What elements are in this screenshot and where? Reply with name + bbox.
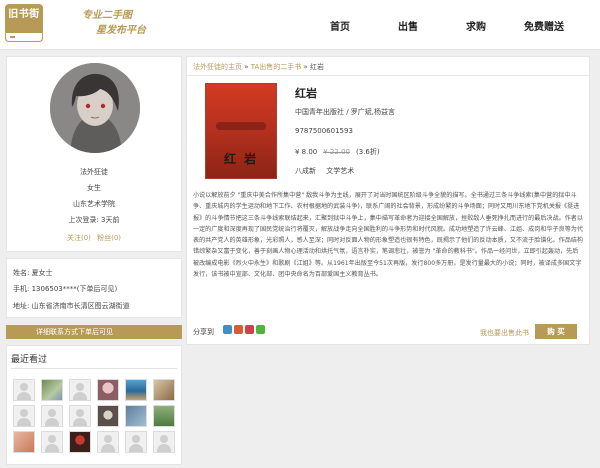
book-condition: 八成新 <box>295 167 316 175</box>
book-price: ¥ 8.00 <box>295 148 318 156</box>
profile-last-login: 上次登录: 3天前 <box>68 216 120 224</box>
contact-card: 姓名: 夏女士 手机: 1306503****(下单后可见) 地址: 山东省济南… <box>6 258 182 318</box>
divider <box>11 368 177 369</box>
slogan-line-1: 专业二手图 <box>82 10 132 21</box>
book-isbn: 9787500601593 <box>295 127 353 135</box>
recent-user-avatar[interactable] <box>153 405 175 427</box>
breadcrumb: 法外狂徒的主页 » TA出售的二手书 » 红岩 <box>193 62 324 72</box>
fans-link[interactable]: 粉丝(0) <box>97 234 121 242</box>
book-cover[interactable]: 红 岩 <box>205 83 277 179</box>
profile-stats: 关注(0) 粉丝(0) <box>7 233 181 243</box>
recently-viewed: 最近看过 <box>6 345 182 465</box>
nav-sell[interactable]: 出售 <box>398 18 418 33</box>
share-label: 分享到 <box>193 328 214 336</box>
recent-user-avatar[interactable] <box>69 431 91 453</box>
recently-viewed-title: 最近看过 <box>11 355 48 365</box>
contact-phone: 手机: 1306503****(下单后可见) <box>13 285 118 293</box>
recent-user-avatar[interactable] <box>125 379 147 401</box>
share-qzone-icon[interactable] <box>223 325 232 334</box>
avatar[interactable] <box>50 63 140 153</box>
breadcrumb-separator: » <box>242 63 251 71</box>
book-detail-panel: 法外狂徒的主页 » TA出售的二手书 » 红岩 红 岩 红岩 中国青年出版社 /… <box>186 56 590 345</box>
breadcrumb-section[interactable]: TA出售的二手书 <box>251 63 302 71</box>
recent-user-avatar[interactable] <box>125 431 147 453</box>
site-logo[interactable]: 旧书街 <box>5 4 43 42</box>
book-meta-row: 八成新 文学艺术 <box>295 166 354 176</box>
recent-user-avatar[interactable] <box>153 431 175 453</box>
book-category: 文学艺术 <box>326 167 355 175</box>
recent-user-avatar[interactable] <box>41 431 63 453</box>
cover-title: 红 岩 <box>224 152 259 166</box>
follow-link[interactable]: 关注(0) <box>67 234 91 242</box>
share-renren-icon[interactable] <box>245 325 254 334</box>
nav-buy-request[interactable]: 求购 <box>466 18 486 33</box>
slogan-line-2: 星发布平台 <box>96 25 146 36</box>
breadcrumb-separator: » <box>301 63 310 71</box>
contact-name: 姓名: 夏女士 <box>13 269 53 277</box>
view-contact-button[interactable]: 详细联系方式下单后可见 <box>6 325 182 339</box>
recent-user-avatar[interactable] <box>13 431 35 453</box>
share-weibo-icon[interactable] <box>234 325 243 334</box>
divider <box>187 75 589 76</box>
slogan: 专业二手图 星发布平台 <box>82 8 146 38</box>
breadcrumb-home[interactable]: 法外狂徒的主页 <box>193 63 242 71</box>
recent-user-avatar[interactable] <box>69 405 91 427</box>
sell-this-book-link[interactable]: 我也要出售此书 <box>480 328 529 338</box>
recent-user-avatar[interactable] <box>125 405 147 427</box>
profile-name: 法外狂徒 <box>80 168 108 176</box>
recent-user-avatar[interactable] <box>153 379 175 401</box>
breadcrumb-current: 红岩 <box>310 63 324 71</box>
logo-ribbon <box>5 33 43 42</box>
recent-user-avatar[interactable] <box>97 431 119 453</box>
recent-user-avatar[interactable] <box>97 379 119 401</box>
book-price-row: ¥ 8.00 ¥ 22.00 (3.6折) <box>295 147 380 157</box>
recent-user-avatar[interactable] <box>13 379 35 401</box>
share-wechat-icon[interactable] <box>256 325 265 334</box>
cover-decoration <box>216 122 266 130</box>
contact-address: 地址: 山东省济南市长清区图云湖街道 <box>13 302 130 310</box>
buy-button[interactable]: 购 买 <box>535 324 577 339</box>
profile-card: 法外狂徒 女生 山东艺术学院 上次登录: 3天前 关注(0) 粉丝(0) <box>6 56 182 252</box>
recent-user-avatar[interactable] <box>69 379 91 401</box>
nav-home[interactable]: 首页 <box>330 18 350 33</box>
logo-text: 旧书街 <box>8 9 40 20</box>
profile-gender: 女生 <box>87 184 101 192</box>
book-publisher-author: 中国青年出版社 / 罗广斌,杨益言 <box>295 108 396 116</box>
recent-user-avatar[interactable] <box>41 405 63 427</box>
recent-user-avatar[interactable] <box>13 405 35 427</box>
recent-user-avatar[interactable] <box>97 405 119 427</box>
book-title: 红岩 <box>295 87 317 100</box>
recent-user-avatar[interactable] <box>41 379 63 401</box>
book-discount: (3.6折) <box>355 148 380 156</box>
book-description: 小说以解放前夕 "重庆中美合作所集中营" 敌我斗争为主线，展开了对当时国统区阶级… <box>193 192 583 279</box>
nav-free-gift[interactable]: 免费赠送 <box>524 18 564 33</box>
book-original-price: ¥ 22.00 <box>323 148 350 156</box>
header: 旧书街 专业二手图 星发布平台 首页 出售 求购 免费赠送 <box>0 0 600 50</box>
profile-school: 山东艺术学院 <box>73 200 115 208</box>
